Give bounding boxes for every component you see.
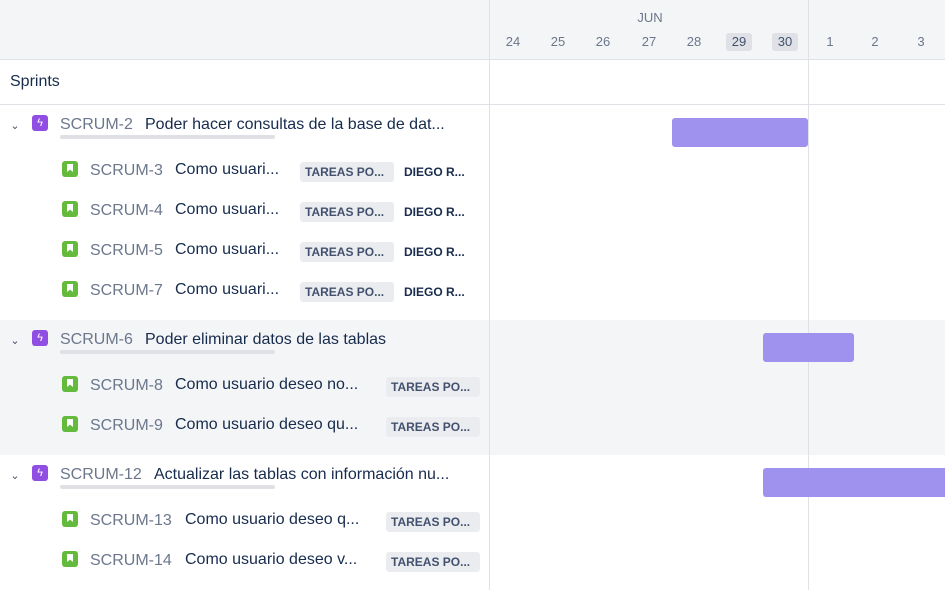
status-lozenge[interactable]: TAREAS PO...: [386, 417, 480, 437]
day-label-24: 24: [505, 34, 521, 49]
story-key[interactable]: SCRUM-13: [90, 512, 172, 530]
chevron-down-icon[interactable]: ⌄: [8, 469, 22, 483]
story-row[interactable]: SCRUM-9 Como usuario deseo qu... TAREAS PO…: [0, 413, 489, 453]
story-bookmark-icon: [62, 551, 78, 567]
epic-timeline-bar[interactable]: [763, 333, 854, 362]
story-row[interactable]: SCRUM-13 Como usuario deseo q... TAREAS PO…: [0, 508, 489, 548]
status-lozenge[interactable]: TAREAS PO...: [300, 282, 394, 302]
day-label-28: 28: [686, 34, 702, 49]
epic-timeline-bar[interactable]: [763, 468, 945, 497]
epic-row[interactable]: ⌄ ϟ SCRUM-2 Poder hacer consultas de la bas…: [0, 113, 489, 153]
month-label: JUN: [637, 10, 663, 25]
epic-lightning-icon: ϟ: [32, 115, 48, 131]
story-row[interactable]: SCRUM-14 Como usuario deseo v... TAREAS PO…: [0, 548, 489, 588]
day-label-26: 26: [595, 34, 611, 49]
story-key[interactable]: SCRUM-9: [90, 417, 163, 435]
story-row[interactable]: SCRUM-4 Como usuari... TAREAS PO... DIEGO R…: [0, 198, 489, 238]
day-label-1: 1: [826, 34, 834, 49]
timeline-header: JUN 24 25 26 27 28 29 30 1 2 3: [490, 0, 945, 60]
story-row[interactable]: SCRUM-5 Como usuari... TAREAS PO... DIEGO R…: [0, 238, 489, 278]
assignee-name[interactable]: DIEGO R...: [404, 245, 476, 259]
epic-summary[interactable]: Actualizar las tablas con información nu…: [154, 466, 474, 484]
story-summary[interactable]: Como usuari...: [175, 241, 293, 259]
story-summary[interactable]: Como usuario deseo q...: [185, 511, 380, 529]
story-bookmark-icon: [62, 376, 78, 392]
story-key[interactable]: SCRUM-7: [90, 282, 163, 300]
story-key[interactable]: SCRUM-8: [90, 377, 163, 395]
status-lozenge[interactable]: TAREAS PO...: [386, 552, 480, 572]
day-label-2: 2: [871, 34, 879, 49]
status-lozenge[interactable]: TAREAS PO...: [386, 512, 480, 532]
story-key[interactable]: SCRUM-14: [90, 552, 172, 570]
status-lozenge[interactable]: TAREAS PO...: [386, 377, 480, 397]
story-bookmark-icon: [62, 281, 78, 297]
sprints-row[interactable]: Sprints: [0, 60, 489, 105]
epic-lightning-icon: ϟ: [32, 330, 48, 346]
day-label-27: 27: [641, 34, 657, 49]
epic-summary[interactable]: Poder hacer consultas de la base de dat.…: [145, 116, 474, 134]
epic-progress-bar: [60, 485, 275, 489]
chevron-down-icon[interactable]: ⌄: [8, 334, 22, 348]
day-label-25: 25: [550, 34, 566, 49]
story-summary[interactable]: Como usuario deseo qu...: [175, 416, 380, 434]
timeline-panel: JUN 24 25 26 27 28 29 30 1 2 3: [490, 0, 945, 590]
month-divider: [808, 0, 809, 590]
epic-timeline-bar[interactable]: [672, 118, 808, 147]
story-summary[interactable]: Como usuari...: [175, 281, 293, 299]
story-summary[interactable]: Como usuari...: [175, 161, 293, 179]
chevron-down-icon[interactable]: ⌄: [8, 119, 22, 133]
assignee-name[interactable]: DIEGO R...: [404, 165, 476, 179]
assignee-name[interactable]: DIEGO R...: [404, 205, 476, 219]
epic-row[interactable]: ⌄ ϟ SCRUM-6 Poder eliminar datos de las tab…: [0, 328, 489, 368]
status-lozenge[interactable]: TAREAS PO...: [300, 202, 394, 222]
story-summary[interactable]: Como usuario deseo no...: [175, 376, 380, 394]
sprints-label: Sprints: [10, 73, 60, 90]
story-bookmark-icon: [62, 201, 78, 217]
sprints-row-timeline: [490, 60, 945, 105]
story-bookmark-icon: [62, 241, 78, 257]
story-bookmark-icon: [62, 511, 78, 527]
day-label-3: 3: [917, 34, 925, 49]
story-row[interactable]: SCRUM-3 Como usuari... TAREAS PO... DIEGO R…: [0, 158, 489, 198]
epic-summary[interactable]: Poder eliminar datos de las tablas: [145, 331, 474, 349]
status-lozenge[interactable]: TAREAS PO...: [300, 162, 394, 182]
epic-progress-bar: [60, 135, 275, 139]
story-row[interactable]: SCRUM-7 Como usuari... TAREAS PO... DIEGO R…: [0, 278, 489, 318]
epic-key[interactable]: SCRUM-12: [60, 466, 142, 484]
story-key[interactable]: SCRUM-4: [90, 202, 163, 220]
list-header: [0, 0, 489, 60]
epic-progress-bar: [60, 350, 275, 354]
day-label-30: 30: [772, 33, 798, 51]
story-bookmark-icon: [62, 416, 78, 432]
story-key[interactable]: SCRUM-3: [90, 162, 163, 180]
story-summary[interactable]: Como usuari...: [175, 201, 293, 219]
epic-row[interactable]: ⌄ ϟ SCRUM-12 Actualizar las tablas con info…: [0, 463, 489, 503]
story-summary[interactable]: Como usuario deseo v...: [185, 551, 380, 569]
status-lozenge[interactable]: TAREAS PO...: [300, 242, 394, 262]
story-row[interactable]: SCRUM-8 Como usuario deseo no... TAREAS PO…: [0, 373, 489, 413]
epic-lightning-icon: ϟ: [32, 465, 48, 481]
story-key[interactable]: SCRUM-5: [90, 242, 163, 260]
story-bookmark-icon: [62, 161, 78, 177]
epic-key[interactable]: SCRUM-2: [60, 116, 133, 134]
epic-key[interactable]: SCRUM-6: [60, 331, 133, 349]
day-label-29: 29: [726, 33, 752, 51]
assignee-name[interactable]: DIEGO R...: [404, 285, 476, 299]
